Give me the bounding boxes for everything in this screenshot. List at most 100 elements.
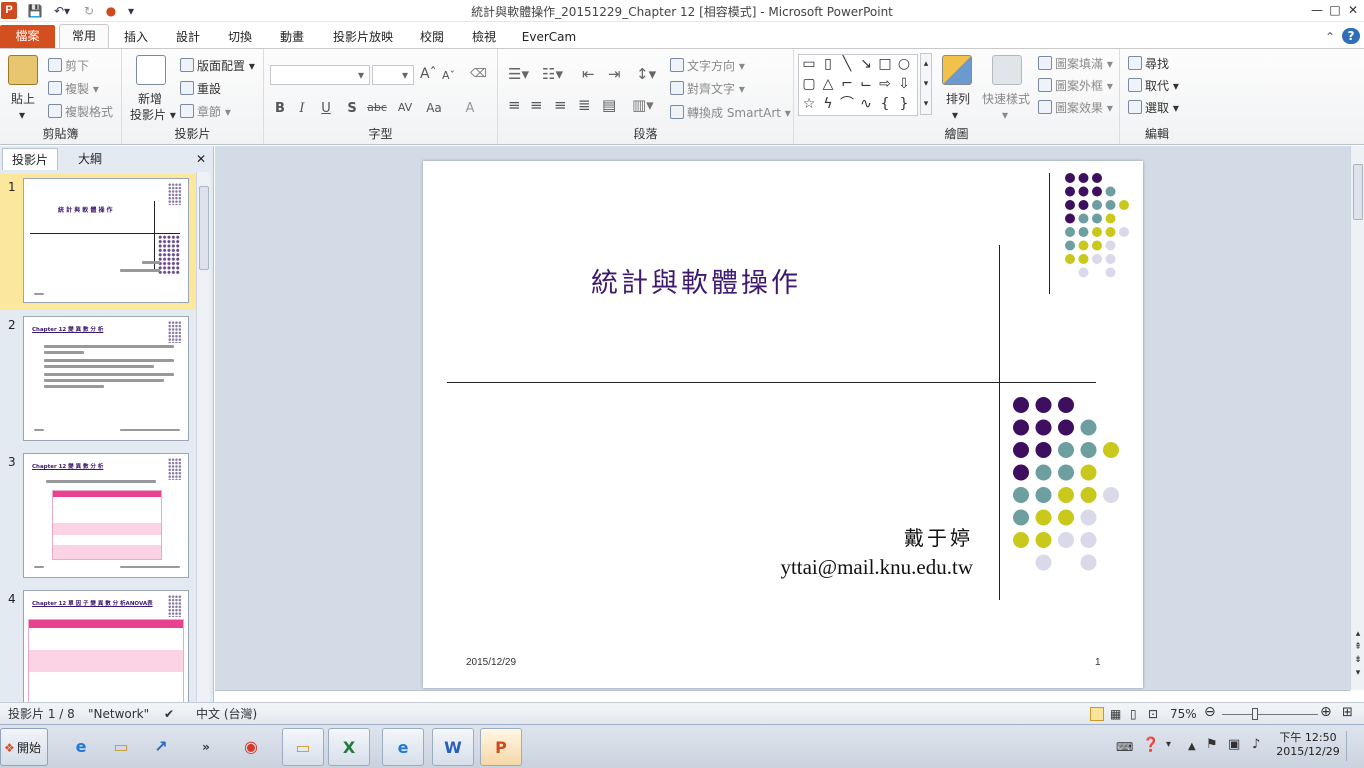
slideshow-view-icon[interactable]: ⊡ — [1148, 706, 1158, 722]
ie-icon[interactable]: e — [60, 728, 102, 766]
shape-elbow-arrow-icon[interactable]: ⌙ — [858, 77, 874, 91]
theme-name[interactable]: "Network" — [88, 706, 149, 722]
keyboard-icon[interactable]: ⌨ — [1116, 739, 1133, 755]
slide-thumbnail-2[interactable]: 2 Chapter 12 變 異 數 分 析 — [0, 312, 196, 448]
new-slide-icon[interactable] — [136, 55, 166, 85]
slide-email[interactable]: yttai@mail.knu.edu.tw — [780, 555, 973, 580]
format-painter-button[interactable]: 複製格式 — [48, 104, 113, 120]
scroll-nav-icons[interactable]: ▴ ⇞ ⇟ ▾ — [1351, 628, 1364, 680]
slide-1[interactable]: 統計與軟體操作 戴于婷 yttai@mail.knu.edu.tw 2015/1… — [423, 161, 1143, 688]
tab-file[interactable]: 檔案 — [0, 25, 55, 48]
shape-rectangle-icon[interactable]: □ — [877, 57, 893, 71]
minimize-ribbon-icon[interactable]: ⌃ — [1322, 26, 1338, 48]
notes-pane[interactable] — [215, 690, 1350, 702]
shadow-button[interactable]: S — [342, 101, 362, 116]
shape-effects-button[interactable]: 圖案效果 ▾ — [1038, 100, 1113, 116]
shape-outline-button[interactable]: 圖案外框 ▾ — [1038, 78, 1113, 94]
shape-star-icon[interactable]: ☆ — [801, 97, 817, 111]
shape-lightning-icon[interactable]: ϟ — [820, 97, 836, 111]
reading-view-icon[interactable]: ▯ — [1130, 706, 1137, 722]
normal-view-icon[interactable] — [1090, 707, 1104, 721]
app-launcher-icon[interactable]: ↗ — [140, 728, 182, 766]
maximize-button[interactable]: □ — [1326, 2, 1344, 18]
tab-view[interactable]: 檢視 — [464, 26, 504, 48]
taskbar-explorer[interactable]: ▭ — [282, 728, 324, 766]
font-size-dropdown-icon[interactable]: ▾ — [402, 67, 408, 83]
shapes-gallery-scroll[interactable]: ▴ ▾ ▾ — [920, 53, 932, 115]
canvas-scroll-thumb[interactable] — [1353, 164, 1363, 220]
quick-styles-dropdown-icon[interactable]: ▾ — [1002, 107, 1008, 123]
font-name-dropdown-icon[interactable]: ▾ — [358, 67, 364, 83]
arrange-icon[interactable] — [942, 55, 972, 85]
shapes-gallery[interactable]: ▭ ▯ ╲ ↘ □ ○ ▢ △ ⌐ ⌙ ⇨ ⇩ ☆ ϟ ⌒ ∿ { } — [798, 54, 918, 116]
shape-curve-icon[interactable]: ∿ — [858, 97, 874, 111]
paste-dropdown-icon[interactable]: ▾ — [19, 107, 25, 123]
tab-review[interactable]: 校閱 — [412, 26, 452, 48]
slides-panel-scroll-thumb[interactable] — [199, 186, 209, 270]
slide-sorter-icon[interactable]: ▦ — [1110, 706, 1121, 722]
text-direction-button[interactable]: 文字方向 ▾ — [670, 58, 745, 74]
more-apps-icon[interactable]: » — [196, 728, 216, 766]
quick-styles-icon[interactable] — [992, 55, 1022, 85]
language-indicator[interactable]: 中文 (台灣) — [196, 706, 257, 722]
shape-right-arrow-icon[interactable]: ⇨ — [877, 77, 893, 91]
slide-author[interactable]: 戴于婷 — [904, 522, 973, 551]
char-spacing-button[interactable]: AV — [392, 101, 418, 114]
tab-slides-panel[interactable]: 投影片 — [2, 148, 58, 170]
tab-slideshow[interactable]: 投影片放映 — [326, 26, 400, 48]
taskbar-excel[interactable]: X — [328, 728, 370, 766]
shape-vertical-textbox-icon[interactable]: ▯ — [820, 57, 836, 71]
zoom-in-icon[interactable]: ⊕ — [1320, 704, 1332, 720]
shape-textbox-icon[interactable]: ▭ — [801, 57, 817, 71]
start-button[interactable]: ❖ 開始 — [0, 728, 48, 766]
arrange-button[interactable]: 排列 — [946, 91, 970, 107]
shape-fill-button[interactable]: 圖案填滿 ▾ — [1038, 56, 1113, 72]
help-tray-icon[interactable]: ❓ — [1142, 737, 1159, 753]
slide-title[interactable]: 統計與軟體操作 — [591, 261, 831, 300]
align-right-icon[interactable]: ≡ — [554, 97, 567, 113]
smartart-button[interactable]: 轉換成 SmartArt ▾ — [670, 105, 791, 121]
reset-button[interactable]: 重設 — [180, 81, 221, 97]
change-case-button[interactable]: Aa — [422, 101, 446, 115]
layout-button[interactable]: 版面配置 ▾ — [180, 58, 255, 74]
find-button[interactable]: 尋找 — [1128, 56, 1169, 72]
shape-down-arrow-icon[interactable]: ⇩ — [896, 77, 912, 91]
shrink-font-button[interactable]: Aˇ — [442, 68, 455, 84]
increase-indent-icon[interactable]: ⇥ — [608, 66, 621, 82]
tab-design[interactable]: 設計 — [168, 26, 208, 48]
tab-outline-panel[interactable]: 大綱 — [62, 148, 118, 170]
new-slide-button[interactable]: 新增 — [138, 91, 162, 107]
flag-icon[interactable]: ⚑ — [1206, 737, 1218, 753]
shape-rounded-rect-icon[interactable]: ▢ — [801, 77, 817, 91]
taskbar-powerpoint[interactable]: P — [480, 728, 522, 766]
zoom-level[interactable]: 75% — [1170, 706, 1197, 722]
shape-elbow-icon[interactable]: ⌐ — [839, 77, 855, 91]
shape-oval-icon[interactable]: ○ — [896, 57, 912, 71]
tab-animations[interactable]: 動畫 — [272, 26, 312, 48]
slide-thumbnail-4[interactable]: 4 Chapter 12 單 因 子 變 異 數 分 析ANOVA表 — [0, 586, 196, 704]
font-name-combo[interactable] — [270, 65, 370, 85]
section-button[interactable]: 章節 ▾ — [180, 104, 231, 120]
grow-font-button[interactable]: Aˆ — [420, 66, 437, 82]
minimize-button[interactable]: — — [1308, 2, 1326, 18]
italic-button[interactable]: I — [292, 101, 312, 116]
network-icon[interactable]: ▣ — [1228, 737, 1240, 753]
new-slide-dropdown[interactable]: 投影片 ▾ — [130, 107, 176, 123]
zoom-out-icon[interactable]: ⊖ — [1204, 704, 1216, 720]
shape-arc-icon[interactable]: ⌒ — [839, 97, 855, 111]
copy-button[interactable]: 複製 ▾ — [48, 81, 99, 97]
numbering-icon[interactable]: ☷▾ — [542, 66, 563, 82]
canvas-scrollbar[interactable]: ▴ ⇞ ⇟ ▾ — [1350, 146, 1364, 690]
cut-button[interactable]: 剪下 — [48, 58, 89, 74]
zoom-slider-thumb[interactable] — [1252, 708, 1258, 720]
shape-triangle-icon[interactable]: △ — [820, 77, 836, 91]
close-panel-button[interactable]: ✕ — [192, 148, 210, 170]
fit-to-window-icon[interactable]: ⊞ — [1342, 705, 1353, 721]
paste-icon[interactable] — [8, 55, 38, 85]
help-icon[interactable]: ? — [1342, 28, 1360, 44]
quick-styles-button[interactable]: 快速樣式 — [982, 91, 1030, 107]
shape-line-icon[interactable]: ╲ — [839, 57, 855, 71]
tab-insert[interactable]: 插入 — [116, 26, 156, 48]
explorer-icon[interactable]: ▭ — [100, 728, 142, 766]
justify-icon[interactable]: ≣ — [578, 97, 591, 113]
